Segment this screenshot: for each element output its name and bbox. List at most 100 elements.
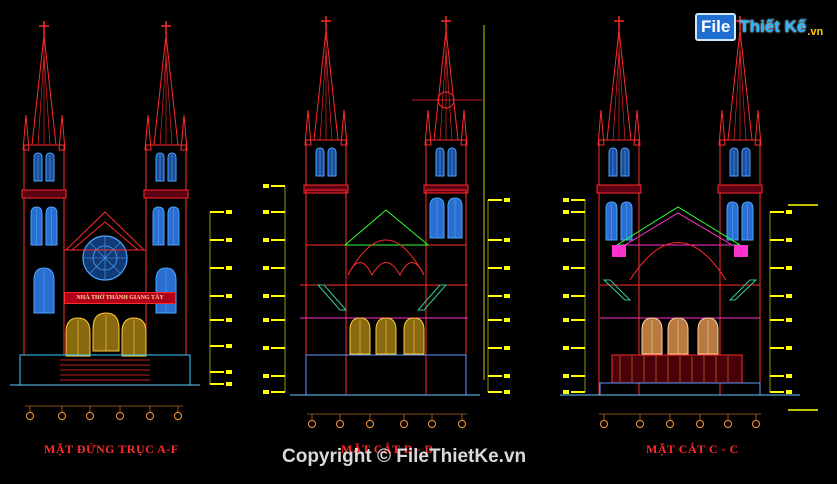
belfry-band bbox=[143, 189, 189, 199]
vault-arch bbox=[629, 242, 727, 281]
grid-bubble bbox=[146, 412, 154, 420]
elevation-drawing bbox=[10, 21, 232, 420]
dimension-mark bbox=[786, 318, 792, 322]
dimension-mark bbox=[786, 346, 792, 350]
stair bbox=[602, 279, 632, 301]
logo-file: File bbox=[695, 13, 737, 41]
grid-bubble bbox=[116, 412, 124, 420]
logo-domain: .vn bbox=[807, 26, 824, 38]
dimension-mark bbox=[226, 238, 232, 242]
logo-thietke: Thiết Kế bbox=[739, 17, 807, 36]
dimension-mark bbox=[504, 346, 510, 350]
dimension-mark bbox=[226, 370, 232, 374]
grid-bubble bbox=[666, 420, 674, 428]
dimension-mark bbox=[504, 374, 510, 378]
grid-bubble bbox=[400, 420, 408, 428]
spire-rib bbox=[159, 54, 167, 146]
grid-bubble bbox=[26, 412, 34, 420]
grid-bubble bbox=[86, 412, 94, 420]
dimension-mark bbox=[563, 210, 569, 214]
dimension-mark bbox=[504, 238, 510, 242]
stair bbox=[728, 279, 758, 301]
grid-bubble bbox=[428, 420, 436, 428]
grid-bubble bbox=[752, 420, 760, 428]
dimension-mark bbox=[263, 390, 269, 394]
arcade bbox=[347, 262, 425, 277]
dimension-mark bbox=[226, 318, 232, 322]
spire-rib bbox=[445, 49, 453, 141]
dimension-mark bbox=[263, 210, 269, 214]
pew-area bbox=[611, 354, 743, 384]
stair bbox=[416, 284, 448, 311]
dimension-mark bbox=[563, 238, 569, 242]
grid-bubble bbox=[366, 420, 374, 428]
belfry-band bbox=[596, 184, 642, 194]
dimension-mark bbox=[263, 374, 269, 378]
grid-bubble bbox=[724, 420, 732, 428]
section-c-title: MẶT CẮT C - C bbox=[646, 442, 739, 456]
facade-banner-text: NHÀ THỜ THÁNH GIANG TÂY bbox=[76, 295, 164, 301]
spire-rib bbox=[618, 49, 626, 141]
elevation-title: MẶT ĐỨNG TRỤC A-F bbox=[44, 442, 179, 456]
section-c-drawing bbox=[560, 16, 818, 428]
cad-drawing-canvas bbox=[10, 16, 818, 428]
grid-bubble bbox=[308, 420, 316, 428]
belfry bbox=[145, 144, 187, 191]
grid-bubble bbox=[458, 420, 466, 428]
dimension-mark bbox=[563, 318, 569, 322]
dimension-mark bbox=[226, 344, 232, 348]
belfry-band bbox=[717, 184, 763, 194]
dimension-mark bbox=[263, 294, 269, 298]
grid-bubble bbox=[174, 412, 182, 420]
dimension-mark bbox=[563, 198, 569, 202]
dimension-mark bbox=[226, 294, 232, 298]
basement bbox=[599, 382, 761, 396]
spire-rib bbox=[319, 49, 327, 141]
tower-bay bbox=[305, 189, 347, 246]
section-d-drawing bbox=[263, 16, 510, 428]
dimension-mark bbox=[226, 210, 232, 214]
purple-block bbox=[734, 245, 748, 257]
dimension-mark bbox=[504, 266, 510, 270]
spire-rib bbox=[733, 49, 741, 141]
dimension-mark bbox=[786, 238, 792, 242]
roof-inner bbox=[623, 212, 734, 246]
facade-banner: NHÀ THỜ THÁNH GIANG TÂY bbox=[64, 292, 176, 304]
spire-rib bbox=[43, 54, 51, 146]
dimension-mark bbox=[563, 294, 569, 298]
dimension-mark bbox=[504, 198, 510, 202]
dimension-mark bbox=[563, 346, 569, 350]
copyright-watermark: Copyright © FileThietKe.vn bbox=[282, 446, 527, 467]
purple-block bbox=[612, 245, 626, 257]
belfry bbox=[719, 139, 761, 186]
dimension-mark bbox=[563, 374, 569, 378]
grid-bubble bbox=[58, 412, 66, 420]
dimension-mark bbox=[263, 266, 269, 270]
spire-rib bbox=[37, 54, 45, 146]
dimension-mark bbox=[504, 294, 510, 298]
dimension-mark bbox=[786, 294, 792, 298]
spire-rib bbox=[325, 49, 333, 141]
dimension-mark bbox=[504, 318, 510, 322]
belfry-band bbox=[21, 189, 67, 199]
dimension-mark bbox=[263, 346, 269, 350]
dimension-mark bbox=[786, 374, 792, 378]
belfry-band bbox=[303, 184, 349, 194]
belfry bbox=[305, 139, 347, 186]
spire-rib bbox=[439, 49, 447, 141]
belfry bbox=[598, 139, 640, 186]
dimension-mark bbox=[504, 390, 510, 394]
dimension-mark bbox=[786, 390, 792, 394]
belfry bbox=[425, 139, 467, 186]
spire-rib bbox=[739, 49, 747, 141]
stair bbox=[316, 284, 348, 311]
spire-rib bbox=[165, 54, 173, 146]
dimension-mark bbox=[786, 266, 792, 270]
basement bbox=[305, 354, 467, 396]
grid-bubble bbox=[336, 420, 344, 428]
dimension-mark bbox=[563, 390, 569, 394]
site-logo[interactable]: File Thiết Kế .vn bbox=[695, 12, 823, 42]
belfry-band bbox=[423, 184, 469, 194]
dimension-mark bbox=[563, 266, 569, 270]
belfry bbox=[23, 144, 65, 191]
